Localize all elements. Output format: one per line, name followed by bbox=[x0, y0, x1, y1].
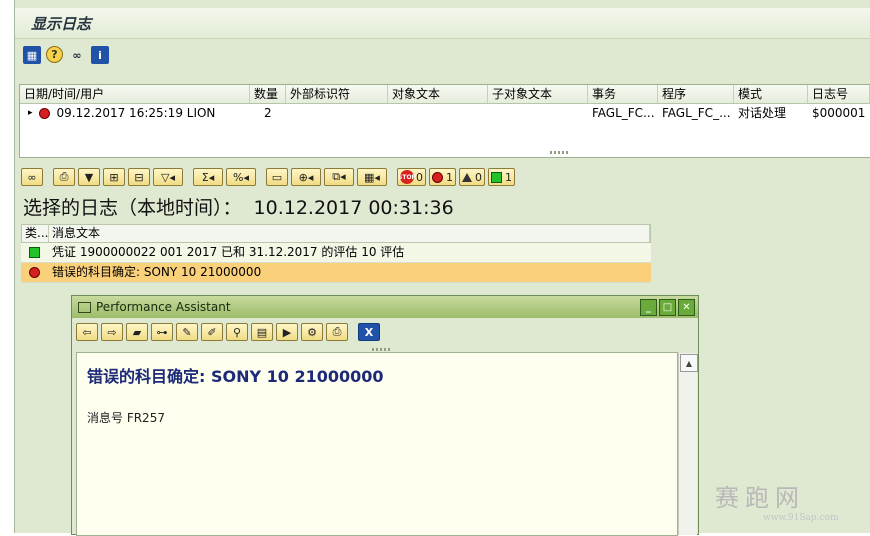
pa-titlebar[interactable]: Performance Assistant bbox=[72, 296, 698, 318]
vertical-scrollbar[interactable]: ▲ bbox=[678, 353, 698, 535]
edit-icon[interactable]: ✎ bbox=[176, 323, 198, 341]
subtotal-icon[interactable]: %◂ bbox=[226, 168, 256, 186]
success-filter-button[interactable]: 1 bbox=[488, 168, 515, 186]
layout-icon[interactable]: ▦◂ bbox=[357, 168, 387, 186]
watermark-brand: 赛跑网 bbox=[715, 484, 805, 512]
minimize-icon[interactable]: _ bbox=[640, 299, 657, 316]
binoculars-icon[interactable]: ⊞ bbox=[103, 168, 125, 186]
binoculars-next-icon[interactable]: ⊟ bbox=[128, 168, 150, 186]
sum-icon[interactable]: Σ◂ bbox=[193, 168, 223, 186]
col-type[interactable]: 类... bbox=[22, 225, 49, 242]
maximize-icon[interactable]: □ bbox=[659, 299, 676, 316]
links-icon[interactable]: ⚲ bbox=[226, 323, 248, 341]
cell-external-id bbox=[286, 104, 388, 122]
table-row[interactable]: 凭证 1900000022 001 2017 已和 31.12.2017 的评估… bbox=[21, 243, 651, 263]
pa-content: 错误的科目确定: SONY 10 21000000 消息号 FR257 ▲ bbox=[76, 352, 698, 536]
col-subobject-text[interactable]: 子对象文本 bbox=[488, 85, 588, 103]
log-table-header: 日期/时间/用户 数量 外部标识符 对象文本 子对象文本 事务 程序 模式 日志… bbox=[20, 85, 870, 104]
application-toolbar: ▦ ? ∞ i bbox=[23, 46, 109, 68]
book-icon[interactable]: ▰ bbox=[126, 323, 148, 341]
message-number: 消息号 FR257 bbox=[87, 411, 165, 425]
help-icon[interactable]: ? bbox=[46, 46, 63, 63]
log-toolbar: ∞ ⎙ ▼ ⊞ ⊟ ▽◂ Σ◂ %◂ ▭ ⊕◂ ⧉◂ ▦◂ STOP 0 1 0… bbox=[21, 166, 515, 188]
table-row[interactable]: 错误的科目确定: SONY 10 21000000 bbox=[21, 263, 651, 283]
col-external-id[interactable]: 外部标识符 bbox=[286, 85, 388, 103]
table-row[interactable]: ▸ 09.12.2017 16:25:19 LION 2 FAGL_FC... … bbox=[20, 104, 870, 122]
window-icon bbox=[78, 301, 91, 313]
settings-icon[interactable]: ⚙ bbox=[301, 323, 323, 341]
success-icon bbox=[29, 247, 40, 258]
warning-filter-button[interactable]: 0 bbox=[459, 168, 485, 186]
message-table-header: 类... 消息文本 bbox=[21, 224, 651, 243]
window-title: 显示日志 bbox=[31, 15, 92, 33]
splitter-grip[interactable] bbox=[372, 348, 392, 351]
cell-count: 2 bbox=[264, 106, 272, 120]
views-icon[interactable]: ⧉◂ bbox=[324, 168, 354, 186]
message-table: 类... 消息文本 凭证 1900000022 001 2017 已和 31.1… bbox=[21, 224, 651, 283]
error-icon bbox=[29, 267, 40, 278]
filter-icon[interactable]: ▼ bbox=[78, 168, 100, 186]
col-message-text[interactable]: 消息文本 bbox=[49, 225, 650, 242]
stop-icon: STOP bbox=[398, 170, 416, 184]
note-icon[interactable]: ✐ bbox=[201, 323, 223, 341]
error-filter-button[interactable]: 1 bbox=[429, 168, 456, 186]
watermark: 赛跑网 www.91Sap.com bbox=[715, 478, 839, 523]
expand-arrow-icon[interactable]: ▸ bbox=[28, 104, 33, 122]
pa-title: Performance Assistant bbox=[96, 300, 231, 314]
error-icon bbox=[432, 171, 443, 183]
glasses-icon[interactable]: ∞ bbox=[68, 46, 86, 64]
print-preview-icon[interactable]: ▭ bbox=[266, 168, 288, 186]
table-icon[interactable]: ▤ bbox=[251, 323, 273, 341]
col-log-no[interactable]: 日志号 bbox=[808, 85, 870, 103]
pa-heading: 错误的科目确定: SONY 10 21000000 bbox=[87, 367, 384, 386]
col-mode[interactable]: 模式 bbox=[734, 85, 808, 103]
col-program[interactable]: 程序 bbox=[658, 85, 734, 103]
selected-log-heading: 选择的日志（本地时间）： 10.12.2017 00:31:36 bbox=[23, 193, 454, 220]
selected-log-label: 选择的日志（本地时间）： bbox=[23, 197, 242, 219]
cell-subobject-text bbox=[488, 104, 588, 122]
print-icon[interactable]: ⎙ bbox=[326, 323, 348, 341]
watermark-url: www.91Sap.com bbox=[763, 513, 839, 523]
cell-mode: 对话处理 bbox=[738, 106, 787, 120]
set-filter-icon[interactable]: ▽◂ bbox=[153, 168, 183, 186]
glasses-icon[interactable]: ∞ bbox=[21, 168, 43, 186]
info-icon[interactable]: i bbox=[91, 46, 109, 64]
print-icon[interactable]: ⎙ bbox=[53, 168, 75, 186]
splitter-grip[interactable] bbox=[550, 151, 570, 154]
cell-object-text bbox=[388, 104, 488, 122]
success-icon bbox=[491, 171, 502, 183]
datetime-user-text: 09.12.2017 16:25:19 LION bbox=[56, 106, 216, 120]
error-status-icon bbox=[38, 107, 50, 119]
cell-log-no: $000001 bbox=[812, 106, 866, 120]
close-button[interactable]: X bbox=[358, 323, 380, 341]
pa-toolbar: ⇦ ⇨ ▰ ⊶ ✎ ✐ ⚲ ▤ ▶ ⚙ ⎙ X bbox=[76, 323, 380, 341]
warning-icon bbox=[462, 172, 472, 182]
window-titlebar: 显示日志 bbox=[15, 8, 870, 39]
cell-type bbox=[21, 263, 48, 282]
cell-program: FAGL_FC_... bbox=[662, 106, 731, 120]
col-transaction[interactable]: 事务 bbox=[588, 85, 658, 103]
window-controls: _ □ ✕ bbox=[640, 299, 695, 316]
grid-icon[interactable]: ▦ bbox=[23, 46, 41, 64]
col-count[interactable]: 数量 bbox=[250, 85, 286, 103]
cell-message-text: 错误的科目确定: SONY 10 21000000 bbox=[52, 265, 262, 279]
cell-message-text: 凭证 1900000022 001 2017 已和 31.12.2017 的评估… bbox=[52, 245, 405, 259]
stop-filter-button[interactable]: STOP 0 bbox=[397, 168, 426, 186]
hierarchy-icon[interactable]: ⊶ bbox=[151, 323, 173, 341]
scroll-up-icon[interactable]: ▲ bbox=[680, 354, 698, 372]
selected-log-timestamp: 10.12.2017 00:31:36 bbox=[253, 197, 454, 219]
back-arrow-icon[interactable]: ⇦ bbox=[76, 323, 98, 341]
performance-assistant-window: Performance Assistant _ □ ✕ ⇦ ⇨ ▰ ⊶ ✎ ✐ … bbox=[71, 295, 699, 536]
log-header-table: 日期/时间/用户 数量 外部标识符 对象文本 子对象文本 事务 程序 模式 日志… bbox=[19, 84, 870, 158]
technical-info-icon[interactable]: ▶ bbox=[276, 323, 298, 341]
close-icon[interactable]: ✕ bbox=[678, 299, 695, 316]
cell-type bbox=[21, 243, 48, 262]
sap-window: 显示日志 ▦ ? ∞ i 日期/时间/用户 数量 外部标识符 对象文本 子对象文… bbox=[14, 0, 870, 536]
cell-datetime-user: ▸ 09.12.2017 16:25:19 LION bbox=[20, 104, 250, 122]
col-datetime-user[interactable]: 日期/时间/用户 bbox=[20, 85, 250, 103]
forward-arrow-icon[interactable]: ⇨ bbox=[101, 323, 123, 341]
export-icon[interactable]: ⊕◂ bbox=[291, 168, 321, 186]
cell-transaction: FAGL_FC... bbox=[592, 106, 655, 120]
col-object-text[interactable]: 对象文本 bbox=[388, 85, 488, 103]
